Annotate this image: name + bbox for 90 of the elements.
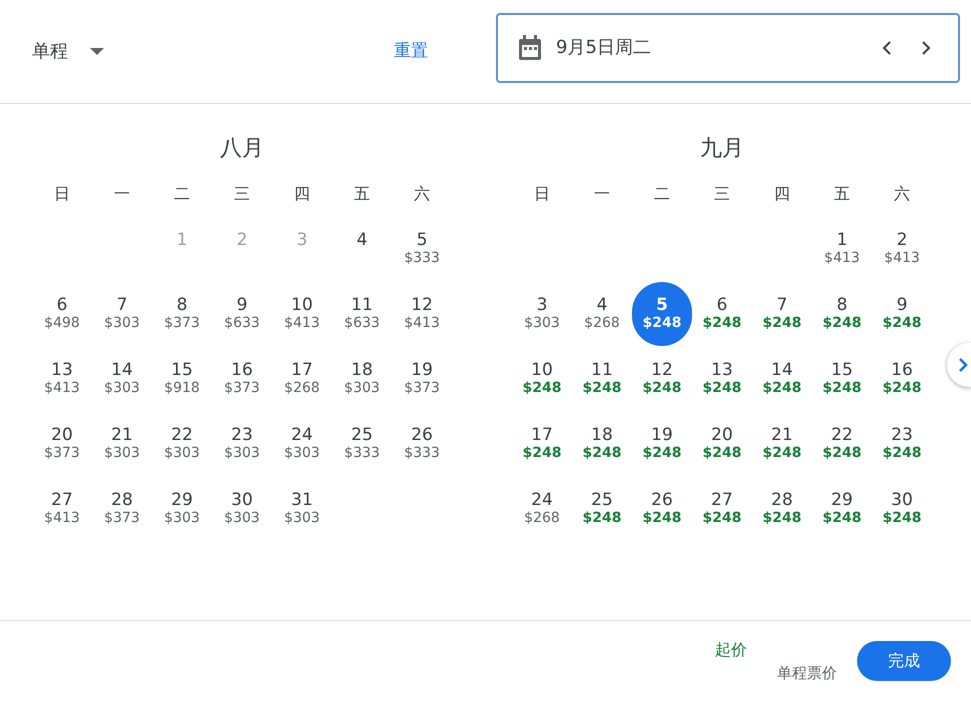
day-cell[interactable]: 8 $373 [152, 282, 212, 346]
day-cell[interactable]: 1 $413 [812, 216, 872, 280]
day-cell[interactable]: 19 $373 [392, 346, 452, 410]
day-cell[interactable]: 21 $303 [92, 412, 152, 476]
price-label: 起价 [715, 638, 747, 661]
day-cell[interactable]: 30 $248 [872, 476, 932, 540]
day-cell[interactable]: 4 $268 [572, 282, 632, 346]
day-cell[interactable]: 16 $248 [872, 346, 932, 410]
day-cell[interactable]: 2 $413 [872, 216, 932, 280]
day-cell[interactable]: 27 $413 [32, 476, 92, 540]
reset-button[interactable]: 重置 [394, 38, 428, 64]
day-cell[interactable]: 13 $413 [32, 346, 92, 410]
month-title: 八月 [220, 135, 264, 163]
day-cell[interactable]: 23 $303 [212, 412, 272, 476]
caret-icon [90, 48, 104, 55]
day-cell[interactable]: 12 $413 [392, 282, 452, 346]
day-cell[interactable]: 25 $248 [572, 476, 632, 540]
day-cell-text: 2 [236, 228, 248, 252]
done-button[interactable]: 完成 [857, 641, 951, 681]
weekday-label: 日 [534, 183, 550, 205]
day-cell[interactable]: 30 $303 [212, 476, 272, 540]
day-cell[interactable]: 8 $248 [812, 282, 872, 346]
day-cell[interactable]: 31 $303 [272, 476, 332, 540]
weekday-label: 四 [294, 183, 310, 205]
weekday-label: 六 [894, 183, 910, 205]
price-note: 单程票价 [777, 662, 837, 684]
day-cell[interactable]: 6 $248 [692, 282, 752, 346]
chevron-left-icon [882, 40, 890, 54]
date-field[interactable]: 9月5日周二 [496, 12, 960, 82]
weekday-label: 二 [174, 183, 190, 205]
day-cell[interactable]: 21 $248 [752, 412, 812, 476]
day-cell[interactable]: 29 $303 [152, 476, 212, 540]
day-cell[interactable]: 15 $918 [152, 346, 212, 410]
day-cell[interactable]: 20 $373 [32, 412, 92, 476]
day-cell[interactable]: 28 $248 [752, 476, 812, 540]
date-value: 9月5日周二 [556, 36, 651, 60]
day-cell[interactable]: 27 $248 [692, 476, 752, 540]
day-cell[interactable]: 29 $248 [812, 476, 872, 540]
day-cell[interactable]: 26 $333 [392, 412, 452, 476]
chevron-right-icon [959, 358, 968, 372]
day-cell[interactable]: 12 $248 [632, 346, 692, 410]
weekday-label: 一 [114, 183, 130, 205]
day-cell[interactable]: 28 $373 [92, 476, 152, 540]
day-cell[interactable]: 16 $373 [212, 346, 272, 410]
day-cell[interactable]: 3 $303 [512, 282, 572, 346]
day-cell[interactable]: 10 $413 [272, 282, 332, 346]
day-cell[interactable]: 23 $248 [872, 412, 932, 476]
day-cell[interactable]: 17 $268 [272, 346, 332, 410]
day-cell[interactable]: 14 $248 [752, 346, 812, 410]
weekday-label: 四 [774, 183, 790, 205]
chevron-right-icon [922, 40, 930, 54]
day-cell[interactable]: 13 $248 [692, 346, 752, 410]
day-cell[interactable]: 7 $248 [752, 282, 812, 346]
weekday-label: 二 [654, 183, 670, 205]
day-cell[interactable]: 15 $248 [812, 346, 872, 410]
day-cell[interactable]: 25 $333 [332, 412, 392, 476]
day-cell[interactable]: 20 $248 [692, 412, 752, 476]
day-cell-text: 3 [296, 228, 308, 252]
day-cell[interactable]: 26 $248 [632, 476, 692, 540]
day-cell[interactable]: 18 $303 [332, 346, 392, 410]
weekday-label: 一 [594, 183, 610, 205]
weekday-label: 三 [234, 183, 250, 205]
day-cell[interactable]: 4 [332, 216, 392, 280]
day-cell[interactable]: 10 $248 [512, 346, 572, 410]
weekday-label: 五 [354, 183, 370, 205]
day-cell[interactable]: 6 $498 [32, 282, 92, 346]
day-cell[interactable]: 17 $248 [512, 412, 572, 476]
weekday-label: 日 [54, 183, 70, 205]
weekday-label: 五 [834, 183, 850, 205]
day-cell[interactable]: 9 $633 [212, 282, 272, 346]
next-month-button[interactable] [947, 343, 971, 387]
calendar-icon [518, 34, 542, 60]
day-cell[interactable]: 14 $303 [92, 346, 152, 410]
weekday-label: 六 [414, 183, 430, 205]
day-cell[interactable]: 19 $248 [632, 412, 692, 476]
month-title: 九月 [700, 135, 744, 163]
day-cell[interactable]: 24 $268 [512, 476, 572, 540]
day-cell[interactable]: 24 $303 [272, 412, 332, 476]
day-cell-text: 1 [176, 228, 188, 252]
day-cell[interactable]: 7 $303 [92, 282, 152, 346]
day-cell[interactable]: 9 $248 [872, 282, 932, 346]
day-cell[interactable]: 11 $248 [572, 346, 632, 410]
weekday-label: 三 [714, 183, 730, 205]
day-cell[interactable]: 11 $633 [332, 282, 392, 346]
day-cell[interactable]: 5 $333 [392, 216, 452, 280]
trip-type-dropdown[interactable]: 单程 [32, 38, 104, 65]
day-cell[interactable]: 18 $248 [572, 412, 632, 476]
day-cell[interactable]: 22 $248 [812, 412, 872, 476]
day-cell[interactable]: 22 $303 [152, 412, 212, 476]
day-cell[interactable]: 5 $248 [632, 282, 692, 346]
